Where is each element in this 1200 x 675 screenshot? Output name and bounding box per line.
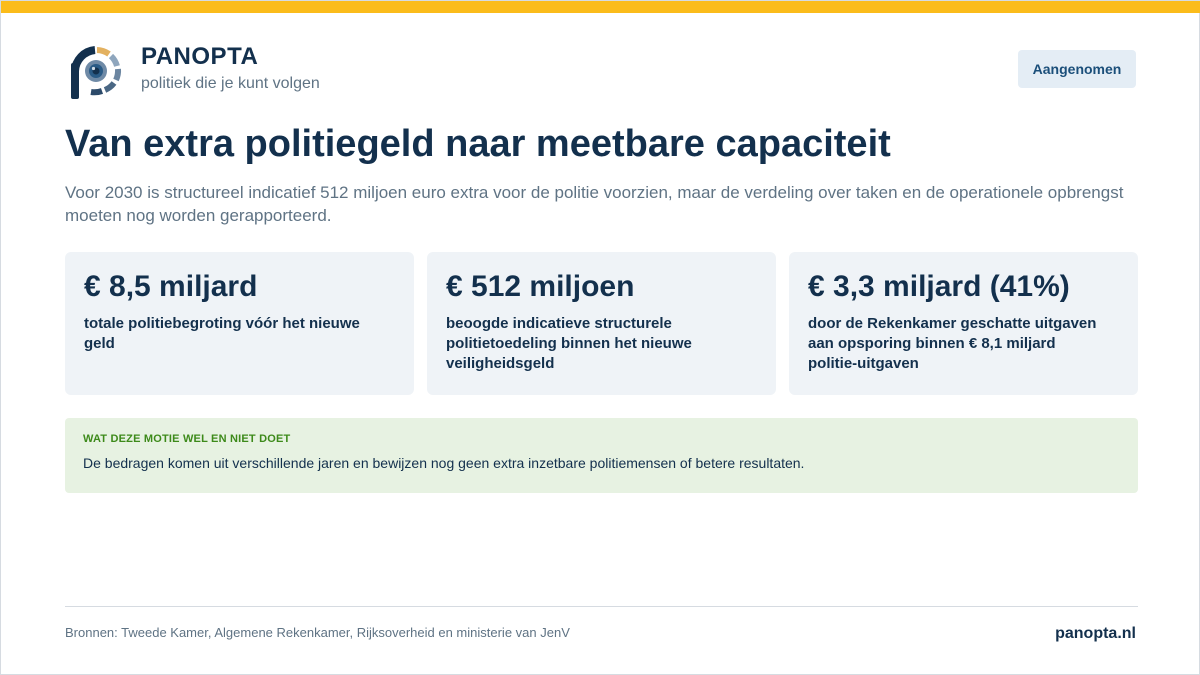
stat-card-budget: € 8,5 miljard totale politiebegroting vó… [65, 252, 414, 395]
stat-label: totale politiebegroting vóór het nieuwe … [84, 315, 360, 352]
stat-card-allocation: € 512 miljoen beoogde indicatieve struct… [427, 252, 776, 395]
stat-value: € 512 miljoen [446, 270, 635, 303]
note-body: De bedragen komen uit verschillende jare… [83, 455, 805, 471]
status-badge: Aangenomen [1018, 50, 1136, 88]
stat-label: beoogde indicatieve structurele politiet… [446, 315, 692, 372]
lead-paragraph: Voor 2030 is structureel indicatief 512 … [65, 183, 1124, 225]
stat-card-investigation: € 3,3 miljard (41%) door de Rekenkamer g… [789, 252, 1138, 395]
eye-logo-icon [65, 41, 125, 103]
brand[interactable]: PANOPTA politiek die je kunt volgen [65, 41, 320, 103]
page-title: Van extra politiegeld naar meetbare capa… [65, 123, 891, 165]
note-heading: WAT DEZE MOTIE WEL EN NIET DOET [83, 433, 291, 445]
brand-name: PANOPTA [141, 43, 259, 70]
accent-bar [1, 1, 1200, 13]
site-link[interactable]: panopta.nl [1055, 625, 1136, 643]
stats-row: € 8,5 miljard totale politiebegroting vó… [65, 252, 1138, 395]
brand-tagline: politiek die je kunt volgen [141, 75, 320, 92]
stat-label: door de Rekenkamer geschatte uitgaven aa… [808, 315, 1097, 372]
motion-note: WAT DEZE MOTIE WEL EN NIET DOET De bedra… [65, 418, 1138, 493]
stat-value: € 3,3 miljard (41%) [808, 270, 1070, 303]
divider [65, 606, 1138, 607]
sources-text: Bronnen: Tweede Kamer, Algemene Rekenkam… [65, 625, 570, 640]
page: PANOPTA politiek die je kunt volgen Aang… [0, 0, 1200, 675]
stat-value: € 8,5 miljard [84, 270, 258, 303]
